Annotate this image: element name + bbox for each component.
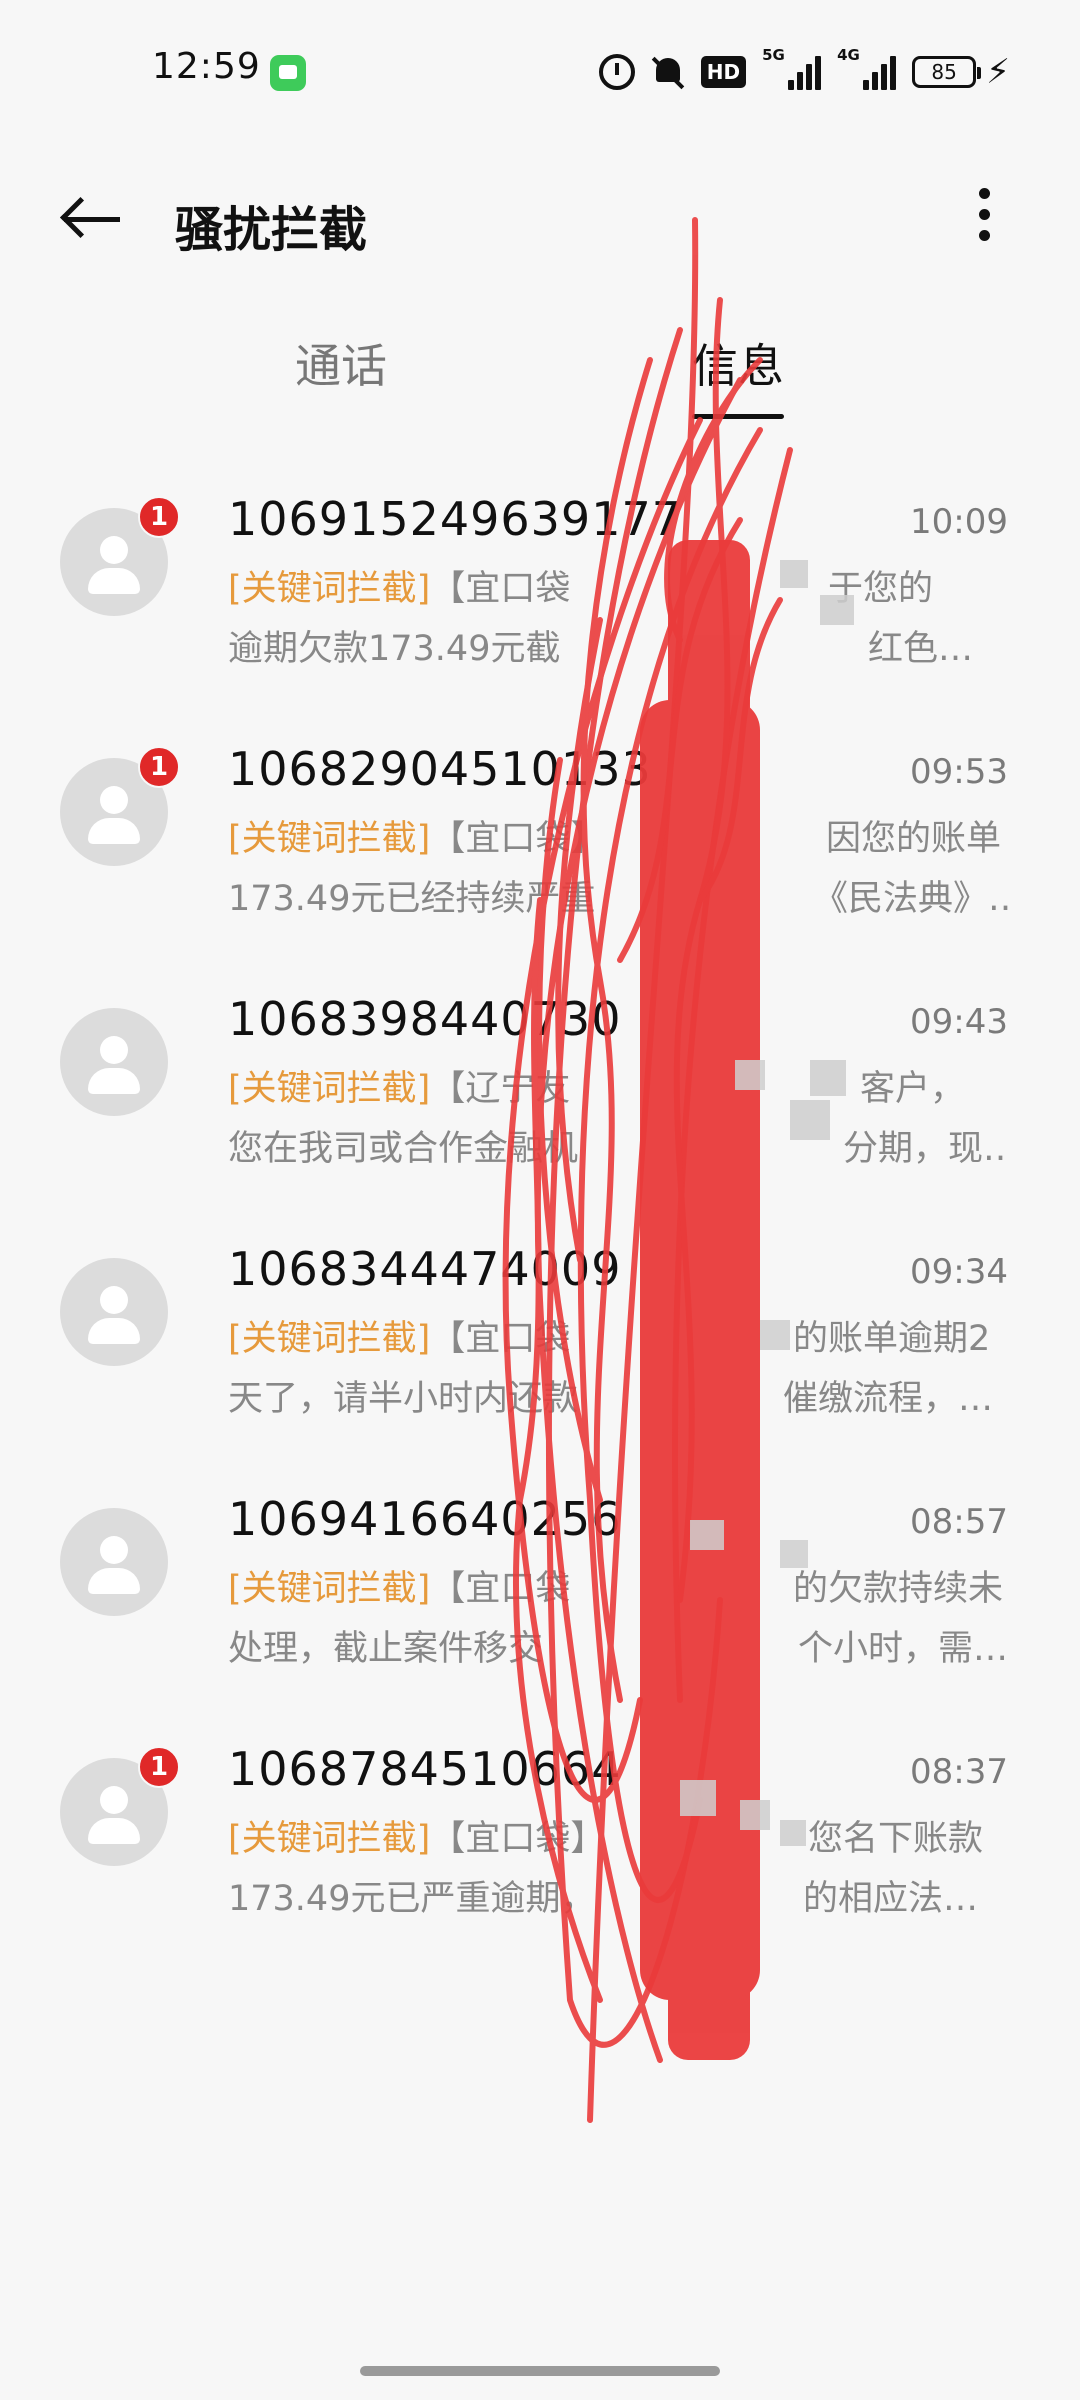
list-item[interactable]: 1068344474009 09:34 [关键词拦截]【宜口袋 的账单逾期2 天了… — [0, 1220, 1080, 1470]
snippet-line-1: [关键词拦截]【宜口袋 的账单逾期2 — [228, 1319, 991, 1359]
sender-number: 10682904510133 — [228, 742, 652, 796]
unread-badge: 1 — [138, 1746, 180, 1788]
tab-calls[interactable]: 通话 — [295, 330, 387, 396]
sender-number: 1068344474009 — [228, 1242, 622, 1296]
message-time: 09:53 — [910, 752, 1008, 792]
unread-badge: 1 — [138, 496, 180, 538]
status-bar: 12:59 HD 5G 4G 85 ⚡ — [0, 0, 1080, 140]
keyword-block-tag: [关键词拦截] — [228, 1069, 431, 1109]
list-item[interactable]: 1069416640256 08:57 [关键词拦截]【宜口袋 的欠款持续未 处理… — [0, 1470, 1080, 1720]
keyword-block-tag: [关键词拦截] — [228, 1569, 431, 1609]
snippet-line-2: 173.49元已严重逾期， 的相应法… — [228, 1879, 979, 1919]
page-title: 骚扰拦截 — [175, 202, 368, 258]
list-item[interactable]: 1 10682904510133 09:53 [关键词拦截]【宜口袋】 因您的账单… — [0, 720, 1080, 970]
avatar — [60, 1008, 168, 1116]
keyword-block-tag: [关键词拦截] — [228, 1319, 431, 1359]
snippet-line-1: [关键词拦截]【宜口袋】 您名下账款 — [228, 1819, 984, 1859]
battery-level: 85 — [931, 60, 957, 84]
message-time: 08:37 — [910, 1752, 1008, 1792]
status-time: 12:59 — [152, 46, 261, 87]
back-arrow-icon[interactable] — [60, 194, 130, 244]
more-vertical-icon[interactable] — [972, 188, 996, 252]
message-time: 09:34 — [910, 1252, 1008, 1292]
snippet-line-2: 173.49元已经持续严重 《民法典》… — [228, 879, 1008, 919]
sender-number: 1068784510664 — [228, 1742, 622, 1796]
snippet-line-2: 天了，请半小时内还款 催缴流程，… — [228, 1379, 994, 1419]
list-item[interactable]: 1068398440730 09:43 [关键词拦截]【辽宁友 客户， 您在我司或… — [0, 970, 1080, 1220]
unread-badge: 1 — [138, 746, 180, 788]
active-tab-indicator — [692, 414, 784, 419]
snippet-line-2: 您在我司或合作金融机 分期，现… — [228, 1129, 1008, 1169]
mute-bell-icon — [651, 54, 685, 90]
keyword-block-tag: [关键词拦截] — [228, 819, 431, 859]
snippet-line-1: [关键词拦截]【宜口袋 的欠款持续未 — [228, 1569, 1004, 1609]
avatar — [60, 1508, 168, 1616]
4g-signal-icon: 4G — [837, 46, 897, 90]
keyword-block-tag: [关键词拦截] — [228, 1819, 431, 1859]
messages-app-icon — [270, 55, 306, 91]
sender-number: 1069416640256 — [228, 1492, 622, 1546]
list-item[interactable]: 1 1068784510664 08:37 [关键词拦截]【宜口袋】 您名下账款 … — [0, 1720, 1080, 1970]
tab-bar: 通话 信息 — [0, 320, 1080, 430]
4g-label: 4G — [837, 46, 860, 64]
alarm-icon — [598, 54, 635, 90]
snippet-line-1: [关键词拦截]【辽宁友 客户， — [228, 1069, 966, 1109]
snippet-line-2: 处理，截止案件移交 个小时，需… — [228, 1629, 1008, 1669]
message-time: 08:57 — [910, 1502, 1008, 1542]
message-time: 09:43 — [910, 1002, 1008, 1042]
message-time: 10:09 — [910, 502, 1008, 542]
avatar — [60, 1258, 168, 1366]
snippet-line-2: 逾期欠款173.49元截 红色… — [228, 629, 974, 669]
5g-signal-icon: 5G — [762, 46, 822, 90]
battery-icon: 85 — [912, 56, 982, 88]
snippet-line-1: [关键词拦截]【宜口袋 于您的 — [228, 569, 934, 609]
charging-icon: ⚡ — [986, 52, 1010, 92]
snippet-line-1: [关键词拦截]【宜口袋】 因您的账单 — [228, 819, 1002, 859]
sender-number: 106915249639177 — [228, 492, 682, 546]
hd-icon: HD — [700, 56, 747, 88]
tab-messages[interactable]: 信息 — [692, 330, 784, 396]
5g-label: 5G — [762, 46, 785, 64]
keyword-block-tag: [关键词拦截] — [228, 569, 431, 609]
list-item[interactable]: 1 106915249639177 10:09 [关键词拦截]【宜口袋 于您的 逾… — [0, 470, 1080, 720]
sender-number: 1068398440730 — [228, 992, 622, 1046]
navigation-handle[interactable] — [360, 2366, 720, 2376]
status-icons: HD 5G 4G 85 ⚡ — [598, 46, 1010, 94]
app-header: 骚扰拦截 — [0, 170, 1080, 270]
